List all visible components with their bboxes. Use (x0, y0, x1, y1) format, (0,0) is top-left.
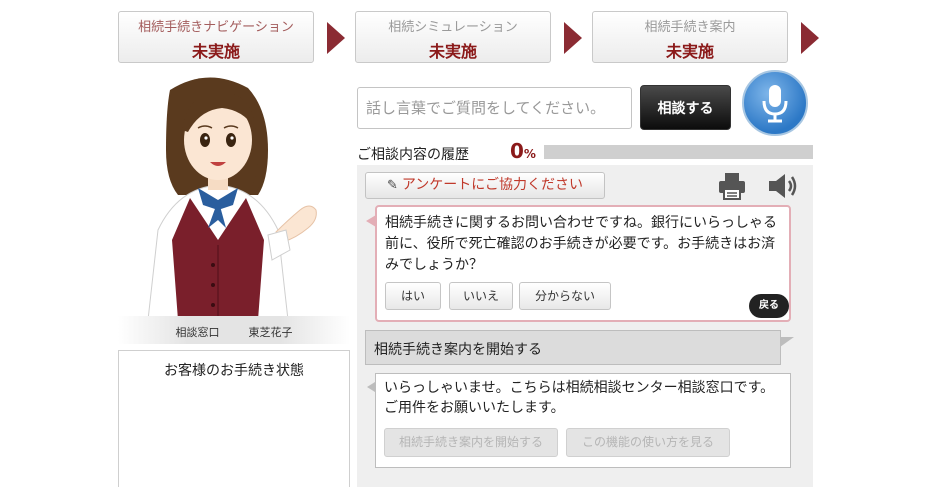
agent-avatar (147, 77, 317, 321)
step-arrow-icon (327, 22, 345, 54)
bubble-tail (366, 215, 376, 227)
avatar-caption: 相談窓口 東芝花子 (118, 324, 350, 340)
start-guide-button[interactable]: 相続手続き案内を開始する (384, 428, 558, 457)
history-progress-bar (544, 145, 813, 159)
bot-message-text: 相続手続きに関するお問い合わせですね。銀行にいらっしゃる前に、役所で死亡確認のお… (385, 215, 777, 273)
print-icon[interactable] (717, 171, 747, 201)
history-label: ご相談内容の履歴 (357, 147, 469, 163)
answer-yes-button[interactable]: はい (385, 282, 441, 310)
microphone-icon (762, 85, 788, 123)
consult-button[interactable]: 相談する (640, 85, 731, 130)
step-status: 未実施 (191, 42, 240, 61)
step-arrow-icon (564, 22, 582, 54)
procedure-status-title: お客様のお手続き状態 (164, 363, 304, 379)
bubble-tail (780, 337, 794, 347)
step-title: 相続手続き案内 (644, 20, 736, 35)
answer-unknown-button[interactable]: 分からない (519, 282, 611, 310)
step-status: 未実施 (665, 42, 714, 61)
page: 相続手続きナビゲーション 未実施 相続シミュレーション 未実施 相続手続き案内 … (0, 0, 935, 487)
history-percent-unit: % (523, 147, 536, 161)
bubble-tail (367, 382, 375, 392)
bot-welcome-text: いらっしゃいませ。こちらは相続相談センター相談窓口です。ご用件をお願いいたします… (384, 380, 775, 416)
step-arrow-icon (801, 22, 819, 54)
speaker-icon[interactable] (767, 171, 799, 201)
survey-button-label: アンケートにご協力ください (401, 177, 584, 193)
history-percent-value: 0 (510, 139, 524, 163)
step-title: 相続シミュレーション (388, 20, 518, 35)
step-tab-simulation[interactable]: 相続シミュレーション 未実施 (355, 11, 551, 63)
avatar-caption-bar: 相談窓口 東芝花子 (118, 316, 350, 344)
step-tab-guide[interactable]: 相続手続き案内 未実施 (592, 11, 788, 63)
avatar-name: 東芝花子 (248, 326, 293, 339)
user-message-bubble: 相続手続き案内を開始する (365, 330, 794, 365)
step-title: 相続手続きナビゲーション (138, 20, 294, 35)
avatar-role: 相談窓口 (175, 326, 220, 339)
bot-message-bubble: 相続手続きに関するお問い合わせですね。銀行にいらっしゃる前に、役所で死亡確認のお… (366, 205, 791, 322)
survey-button[interactable]: ✎ アンケートにご協力ください (365, 172, 605, 199)
how-to-use-button[interactable]: この機能の使い方を見る (566, 428, 730, 457)
bot-welcome-bubble: いらっしゃいませ。こちらは相続相談センター相談窓口です。ご用件をお願いいたします… (367, 373, 791, 468)
procedure-status-panel: お客様のお手続き状態 (118, 350, 350, 487)
answer-no-button[interactable]: いいえ (449, 282, 513, 310)
chat-panel: ✎ アンケートにご協力ください 相続手続きに関するお問い合わせですね。銀行にいらっ… (357, 165, 813, 487)
back-button[interactable]: 戻る (749, 294, 789, 318)
user-message-text: 相続手続き案内を開始する (374, 342, 542, 358)
question-input[interactable] (357, 87, 632, 129)
step-status: 未実施 (428, 42, 477, 61)
pencil-icon: ✎ (386, 178, 398, 193)
history-percent: 0% (510, 139, 536, 163)
microphone-button[interactable] (742, 70, 808, 136)
step-tab-navigation[interactable]: 相続手続きナビゲーション 未実施 (118, 11, 314, 63)
